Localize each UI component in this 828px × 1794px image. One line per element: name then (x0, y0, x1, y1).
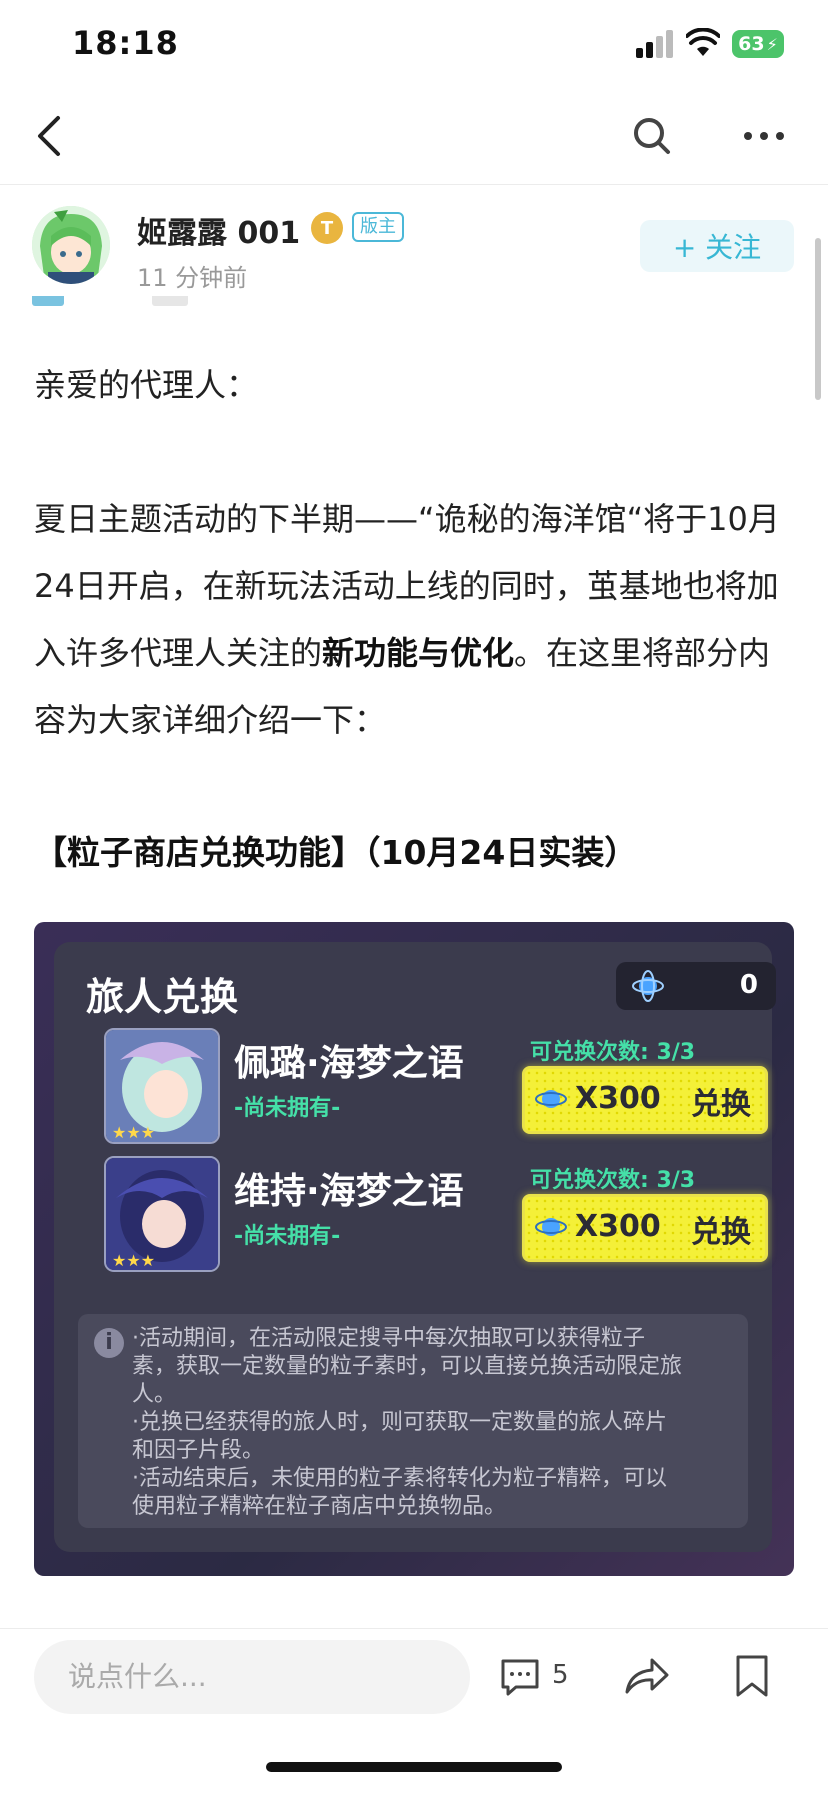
level-badge: T (311, 212, 343, 244)
greeting-text: 亲爱的代理人： (34, 366, 259, 404)
info-notes: i ·活动期间，在活动限定搜寻中每次抽取可以获得粒子 素，获取一定数量的粒子素时… (78, 1314, 748, 1528)
svg-text:★★★: ★★★ (112, 1251, 155, 1270)
post-time: 11 分钟前 (137, 264, 248, 292)
note-line: ·活动结束后，未使用的粒子素将转化为粒子精粹，可以 (132, 1466, 667, 1491)
comment-icon[interactable] (500, 1657, 540, 1697)
cropped-tag-row (32, 296, 312, 314)
currency-display: 0 (616, 962, 776, 1010)
exchange-count: 可兑换次数: 3/3 (530, 1168, 696, 1193)
wifi-icon (686, 28, 720, 56)
moderator-badge: 版主 (352, 212, 404, 242)
particle-gem-icon (632, 970, 664, 1002)
item-status: -尚未拥有- (234, 1224, 341, 1249)
top-nav-bar (0, 88, 828, 185)
comment-input[interactable]: 说点什么... (34, 1640, 470, 1714)
scrollbar[interactable] (815, 238, 821, 400)
home-indicator[interactable] (266, 1762, 562, 1772)
exchange-button[interactable]: X300 兑换 (522, 1194, 768, 1262)
particle-gem-icon (535, 1218, 567, 1236)
note-line: ·活动期间，在活动限定搜寻中每次抽取可以获得粒子 (132, 1326, 645, 1351)
currency-value: 0 (739, 970, 758, 1000)
bookmark-icon[interactable] (734, 1654, 770, 1698)
particle-gem-icon (535, 1090, 567, 1108)
back-arrow-icon[interactable] (34, 114, 64, 158)
highlight-text: 新功能与优化 (322, 634, 515, 672)
character-portrait: ★★★ (104, 1156, 220, 1272)
exchange-button[interactable]: X300 兑换 (522, 1066, 768, 1134)
comment-count[interactable]: 5 (552, 1660, 569, 1690)
info-icon: i (94, 1328, 124, 1358)
author-avatar[interactable] (32, 206, 110, 284)
panel-title: 旅人兑换 (86, 975, 239, 1019)
note-line: 使用粒子精粹在粒子商店中兑换物品。 (132, 1494, 507, 1519)
price-label: X300 (575, 1209, 661, 1244)
follow-button[interactable]: + 关注 (640, 220, 794, 272)
exchange-count: 可兑换次数: 3/3 (530, 1040, 696, 1065)
item-name: 佩璐·海梦之语 (234, 1043, 464, 1084)
battery-indicator: 63 ⚡ (732, 30, 784, 58)
note-line: 和因子片段。 (132, 1438, 265, 1463)
exchange-screenshot-image[interactable]: 旅人兑换 0 ★★★ 佩璐·海梦之语 -尚未拥有- 可兑换次数: 3/3 X30… (34, 922, 794, 1576)
author-name[interactable]: 姬露露 001 (137, 208, 300, 252)
price-label: X300 (575, 1081, 661, 1116)
status-time: 18:18 (72, 24, 179, 62)
search-icon[interactable] (632, 114, 672, 158)
note-line: 人。 (132, 1382, 177, 1407)
item-name: 维持·海梦之语 (234, 1171, 464, 1212)
redeem-label: 兑换 (691, 1087, 751, 1122)
share-icon[interactable] (624, 1656, 670, 1696)
cellular-signal-icon (636, 30, 676, 58)
more-options-icon[interactable] (742, 126, 786, 146)
section-title: 【粒子商店兑换功能】（10月24日实装） (34, 833, 638, 872)
redeem-label: 兑换 (691, 1215, 751, 1250)
note-line: ·兑换已经获得的旅人时，则可获取一定数量的旅人碎片 (132, 1410, 667, 1435)
note-line: 素，获取一定数量的粒子素时，可以直接兑换活动限定旅 (132, 1354, 683, 1379)
character-portrait: ★★★ (104, 1028, 220, 1144)
svg-text:★★★: ★★★ (112, 1123, 155, 1142)
exchange-panel: 旅人兑换 0 ★★★ 佩璐·海梦之语 -尚未拥有- 可兑换次数: 3/3 X30… (54, 942, 776, 1552)
intro-paragraph: 夏日主题活动的下半期——“诡秘的海洋馆“将于10月24日开启，在新玩法活动上线的… (34, 500, 780, 739)
item-status: -尚未拥有- (234, 1096, 341, 1121)
